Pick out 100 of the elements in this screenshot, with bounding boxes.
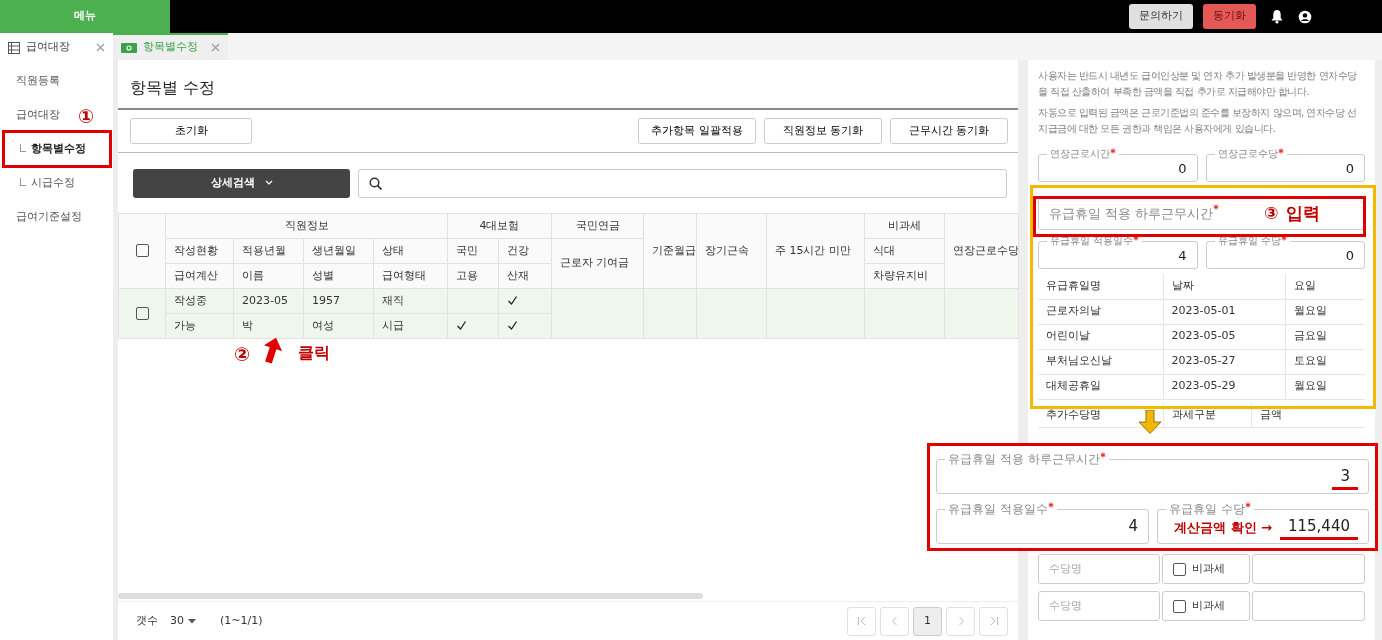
caret-icon	[264, 180, 273, 186]
input-field[interactable]: 연장근로시간 0	[1038, 148, 1198, 182]
page-title: 항목별 수정	[130, 78, 216, 97]
notice-text: 자동으로 입력된 금액은 근로기준법의 준수를 보장하지 않으며, 연차수당 선지급금에 대한 모든 권한과 책임은 사용자에게 있습니다.	[1038, 106, 1358, 136]
table-cell: 2023-05-29	[1163, 374, 1285, 399]
check-icon	[456, 320, 467, 332]
table-cell: 대체공휴일	[1038, 374, 1163, 399]
close-icon[interactable]	[211, 43, 220, 52]
previous-page-icon	[889, 616, 900, 626]
required-icon	[1133, 235, 1140, 241]
first-page-icon	[856, 616, 867, 626]
step-number: ③	[1264, 203, 1279, 223]
input-field[interactable]	[1252, 591, 1365, 621]
next-page-button[interactable]	[946, 606, 975, 636]
scrollbar[interactable]	[118, 593, 703, 599]
page-range: (1~1/1)	[220, 612, 263, 629]
field-label: 유급휴일 수당	[1166, 502, 1254, 516]
action-button[interactable]: 근무시간 동기화	[890, 118, 1008, 144]
field-label: 연장근로시간	[1047, 148, 1119, 160]
step-number: ①	[78, 104, 95, 129]
sidebar-item[interactable]: 급여기준설정	[16, 206, 82, 240]
column-header: 요일	[1285, 274, 1365, 299]
notice-text: 사용자는 반드시 내년도 급여인상분 및 연차 추가 발생분을 반영한 연차수당을 직접 산출하여 부족한 금액을 직접 추가로 지급해야만 합니다.	[1038, 69, 1358, 99]
field-label: 유급휴일 적용 하루근무시간	[1049, 203, 1220, 224]
checkbox-field[interactable]: 비과세	[1162, 591, 1250, 621]
input-label: 입력	[1286, 203, 1321, 223]
column-header: 기준월급	[643, 213, 697, 289]
step-number: ②	[234, 342, 251, 367]
action-button[interactable]: 추가항목 일괄적용	[638, 118, 756, 144]
input-field[interactable]: 유급휴일 수당 계산금액 확인 → 115,440	[1157, 502, 1369, 544]
table-cell: 토요일	[1285, 349, 1365, 374]
sidebar-item[interactable]: 직원등록	[16, 70, 60, 104]
required-icon	[1110, 148, 1116, 154]
last-page-button[interactable]	[979, 606, 1008, 636]
table-cell: 월요일	[1285, 374, 1365, 399]
reset-button[interactable]: 초기화	[130, 118, 252, 144]
input-field[interactable]: 유급휴일 적용 하루근무시간 3	[936, 452, 1369, 494]
notification-bell-icon[interactable]	[1270, 9, 1284, 24]
sidebar-subitem[interactable]: 항목별수정	[31, 138, 86, 160]
field-label: 유급휴일 적용일수	[1047, 235, 1143, 247]
column-header: 국민연금	[551, 213, 644, 239]
check-icon	[507, 295, 518, 307]
previous-page-button[interactable]	[880, 606, 909, 636]
sidebar-subitem[interactable]: 시급수정	[31, 172, 75, 194]
branch-icon	[20, 178, 26, 186]
first-page-button[interactable]	[847, 606, 876, 636]
tab[interactable]: 급여대장	[0, 33, 113, 60]
input-field[interactable]: 유급휴일 적용일수 4	[1038, 235, 1198, 269]
input-field[interactable]: 연장근로수당 0	[1205, 148, 1365, 182]
column-header: 직원정보	[165, 213, 448, 239]
required-icon	[1047, 502, 1054, 508]
list-icon	[8, 41, 20, 54]
column-header: 식대	[864, 238, 945, 264]
column-header: 근로자 기여금	[551, 238, 644, 289]
required-icon	[1244, 502, 1251, 508]
column-header: 장기근속	[696, 213, 767, 289]
table-cell: 2023-05-01	[1163, 299, 1285, 324]
field-label: 유급휴일 수당	[1214, 235, 1290, 247]
table-cell: 금요일	[1285, 324, 1365, 349]
search-field[interactable]	[358, 168, 1007, 198]
input-field[interactable]	[1252, 554, 1365, 584]
checkbox[interactable]	[135, 244, 149, 258]
required-icon	[1277, 148, 1284, 154]
table-cell: 부처님오신날	[1038, 349, 1163, 374]
column-header: 비과세	[864, 213, 945, 239]
last-page-icon	[988, 616, 999, 626]
close-icon[interactable]	[96, 43, 105, 52]
column-header: 주 15시간 미만	[766, 213, 865, 289]
table-cell: 어린이날	[1038, 324, 1163, 349]
table-cell: 근로자의날	[1038, 299, 1163, 324]
page-size-select[interactable]: 30	[170, 612, 196, 630]
result-note: 계산금액 확인 →	[1174, 519, 1272, 537]
column-header: 날짜	[1163, 274, 1285, 299]
checkbox[interactable]	[135, 306, 149, 320]
input-field[interactable]: 유급휴일 수당 0	[1205, 235, 1365, 269]
column-header: 과세구분	[1163, 402, 1251, 428]
arrow-icon	[1138, 410, 1162, 434]
input-field[interactable]: 유급휴일 적용일수 4	[936, 502, 1149, 544]
table-cell: 2023-05-27	[1163, 349, 1285, 374]
field-label: 연장근로수당	[1214, 148, 1287, 160]
action-button[interactable]: 직원정보 동기화	[764, 118, 882, 144]
user-icon[interactable]	[1298, 9, 1312, 24]
table-cell: 2023-05-05	[1163, 324, 1285, 349]
page-button[interactable]: 1	[913, 606, 942, 636]
column-header: 유급휴일명	[1038, 274, 1163, 299]
column-header: 4대보험	[447, 213, 552, 239]
filter-button[interactable]: 상세검색	[133, 168, 350, 198]
required-icon	[1099, 452, 1106, 458]
branch-icon	[20, 144, 26, 152]
column-header: 금액	[1251, 402, 1365, 428]
check-icon	[507, 320, 518, 332]
banknote-icon	[121, 42, 137, 53]
field-label: 유급휴일 적용일수	[945, 502, 1057, 516]
inquiry-button[interactable]: 문의하기	[1129, 4, 1193, 29]
required-icon	[1280, 235, 1287, 241]
caret-icon	[188, 618, 196, 624]
table-cell: 월요일	[1285, 299, 1365, 324]
checkbox-field[interactable]: 비과세	[1162, 554, 1250, 584]
column-header: 차량유지비	[864, 263, 945, 289]
sidebar-item[interactable]: 급여대장	[16, 104, 60, 138]
